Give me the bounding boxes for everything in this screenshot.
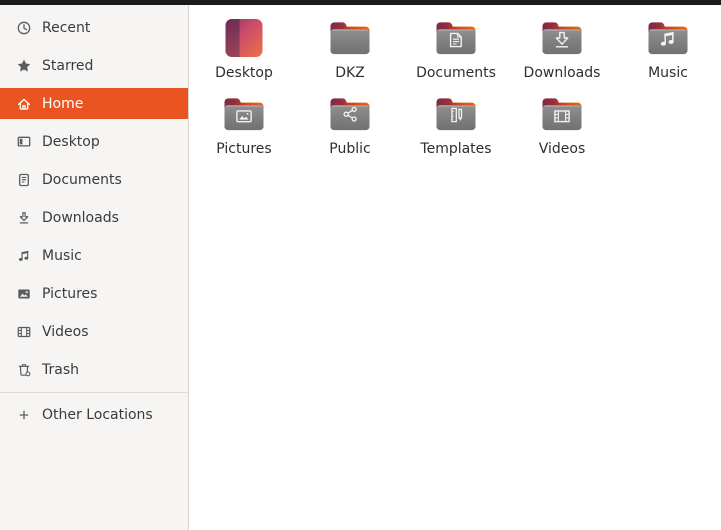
sidebar-item-music[interactable]: Music — [0, 240, 188, 271]
folder-icon — [326, 89, 374, 139]
file-item-desktop[interactable]: Desktop — [191, 13, 297, 89]
downloads-icon — [16, 210, 32, 226]
recent-icon — [16, 20, 32, 36]
folder-icon — [220, 89, 268, 139]
pictures-icon — [16, 286, 32, 302]
desktop-special-icon — [220, 13, 268, 63]
sidebar-item-label: Videos — [42, 323, 89, 340]
sidebar-item-starred[interactable]: Starred — [0, 50, 188, 81]
documents-icon — [16, 172, 32, 188]
file-label: Downloads — [523, 65, 601, 81]
music-icon — [16, 248, 32, 264]
sidebar-item-label: Music — [42, 247, 82, 264]
sidebar-item-desktop[interactable]: Desktop — [0, 126, 188, 157]
sidebar-item-videos[interactable]: Videos — [0, 316, 188, 347]
file-browser-pane: Desktop DKZ Documents Downloads Music Pi… — [189, 5, 721, 530]
file-label: Templates — [420, 141, 492, 157]
sidebar-separator — [0, 392, 188, 393]
sidebar-item-label: Recent — [42, 19, 91, 36]
file-label: Public — [329, 141, 371, 157]
file-item-pictures[interactable]: Pictures — [191, 89, 297, 165]
sidebar-item-downloads[interactable]: Downloads — [0, 202, 188, 233]
sidebar-item-label: Other Locations — [42, 406, 153, 423]
plus-icon — [16, 407, 32, 423]
file-item-templates[interactable]: Templates — [403, 89, 509, 165]
desktop-icon — [16, 134, 32, 150]
sidebar-item-label: Starred — [42, 57, 94, 74]
sidebar-item-label: Pictures — [42, 285, 98, 302]
home-icon — [16, 96, 32, 112]
files-app-window: Recent Starred Home Desktop Documents Downloa… — [0, 0, 721, 530]
file-label: DKZ — [335, 65, 365, 81]
folder-icon — [644, 13, 692, 63]
folder-icon — [538, 89, 586, 139]
folder-icon — [326, 13, 374, 63]
sidebar-item-label: Downloads — [42, 209, 119, 226]
sidebar-item-label: Home — [42, 95, 84, 112]
sidebar-item-label: Desktop — [42, 133, 100, 150]
file-item-public[interactable]: Public — [297, 89, 403, 165]
videos-icon — [16, 324, 32, 340]
sidebar-places: Recent Starred Home Desktop Documents Downloa… — [0, 5, 189, 530]
sidebar-item-pictures[interactable]: Pictures — [0, 278, 188, 309]
folder-icon — [432, 89, 480, 139]
starred-icon — [16, 58, 32, 74]
file-label: Music — [648, 65, 688, 81]
sidebar-item-label: Documents — [42, 171, 122, 188]
sidebar-item-label: Trash — [42, 361, 79, 378]
sidebar-footer-list: Other Locations — [0, 399, 188, 430]
file-label: Documents — [416, 65, 496, 81]
file-item-downloads[interactable]: Downloads — [509, 13, 615, 89]
file-grid: Desktop DKZ Documents Downloads Music Pi… — [191, 13, 721, 165]
trash-icon — [16, 362, 32, 378]
sidebar-item-documents[interactable]: Documents — [0, 164, 188, 195]
file-label: Videos — [538, 141, 586, 157]
sidebar-item-recent[interactable]: Recent — [0, 12, 188, 43]
folder-icon — [432, 13, 480, 63]
sidebar-item-trash[interactable]: Trash — [0, 354, 188, 385]
file-item-dkz[interactable]: DKZ — [297, 13, 403, 89]
sidebar-item-other-locations[interactable]: Other Locations — [0, 399, 188, 430]
file-item-documents[interactable]: Documents — [403, 13, 509, 89]
file-item-videos[interactable]: Videos — [509, 89, 615, 165]
file-label: Desktop — [215, 65, 273, 81]
file-label: Pictures — [216, 141, 272, 157]
folder-icon — [538, 13, 586, 63]
sidebar-item-home[interactable]: Home — [0, 88, 188, 119]
file-item-music[interactable]: Music — [615, 13, 721, 89]
sidebar-list: Recent Starred Home Desktop Documents Downloa… — [0, 12, 188, 385]
